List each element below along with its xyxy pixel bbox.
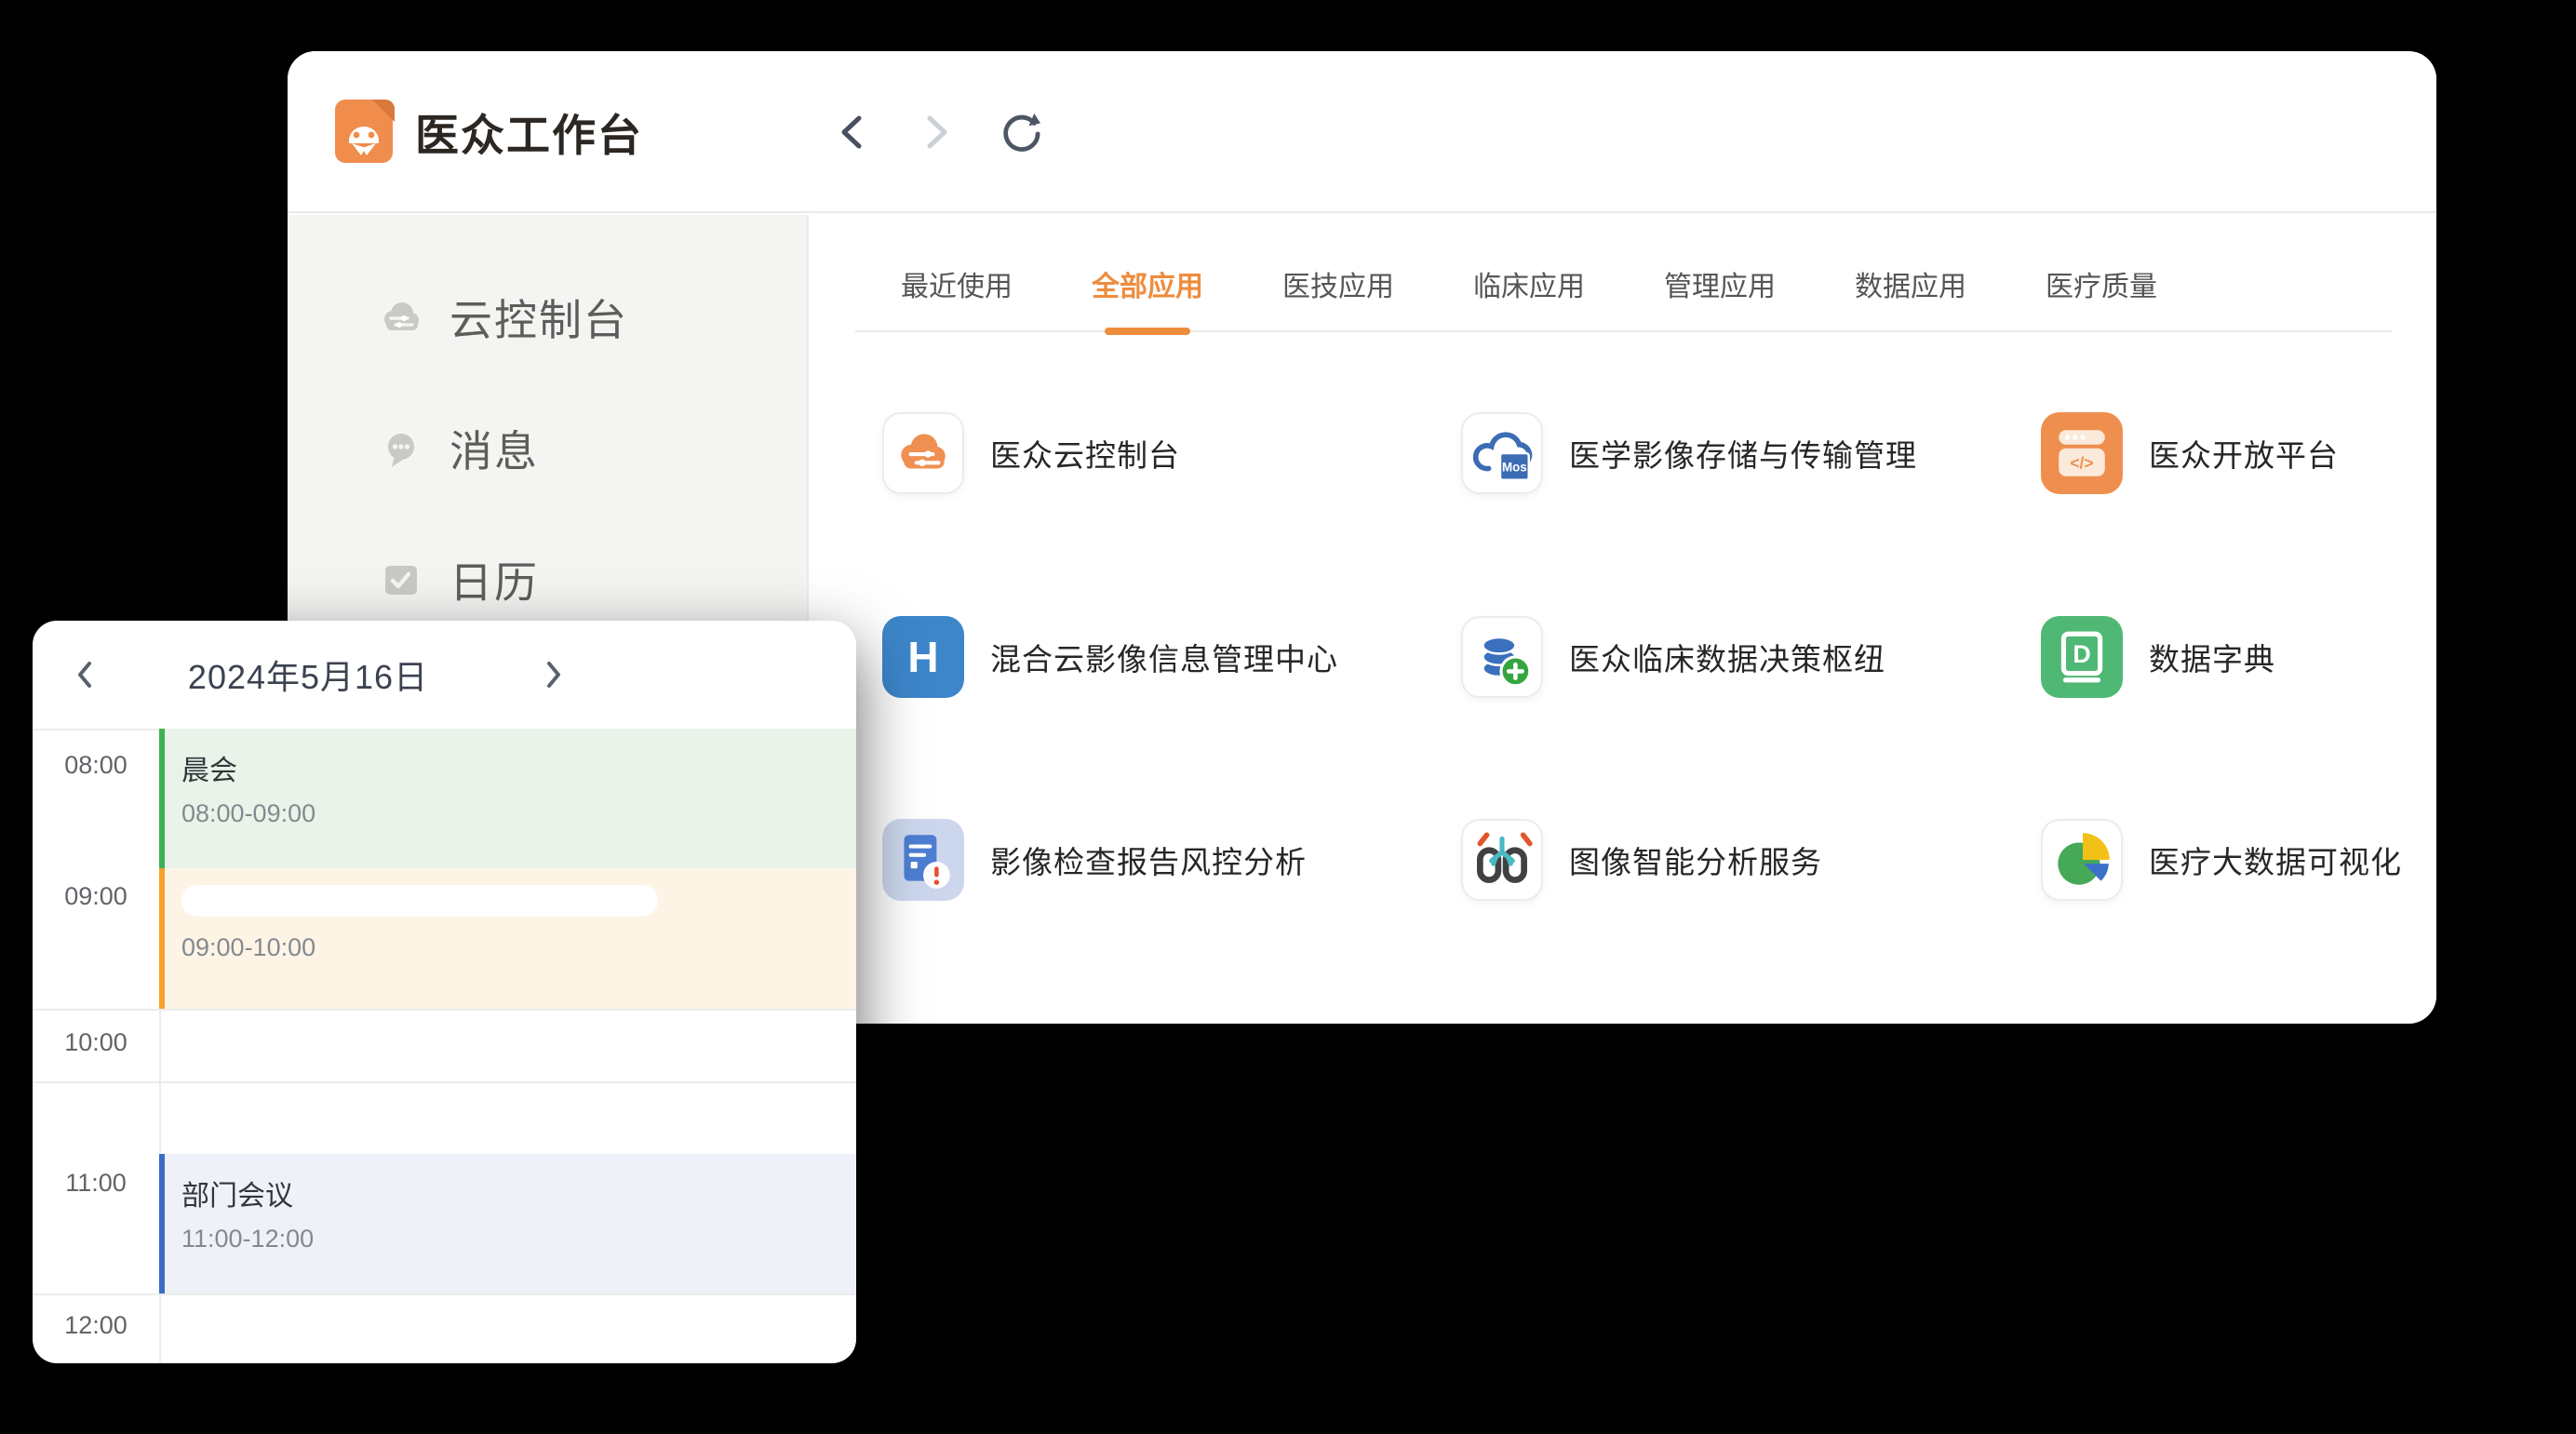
app-tile-label: 医众临床数据决策枢纽 — [1569, 635, 1885, 679]
orange-browser-code-icon: </> — [2051, 422, 2113, 484]
calendar-event-redacted[interactable]: 09:00-10:00 — [159, 868, 856, 1009]
calendar-gridline — [33, 1081, 856, 1083]
sidebar-item-messages[interactable]: 消息 — [288, 409, 807, 488]
app-tile-cloud-console[interactable]: 医众云控制台 — [882, 412, 1180, 494]
orange-cloud-sliders-icon — [892, 422, 954, 484]
calendar-next-day-button[interactable] — [526, 621, 582, 729]
app-tile-big-data-visualization[interactable]: 医疗大数据可视化 — [2041, 819, 2402, 901]
app-tile-hybrid-cloud-center[interactable]: H 混合云影像信息管理中心 — [882, 616, 1338, 698]
tab-all-apps[interactable]: 全部应用 — [1092, 263, 1203, 330]
svg-text:D: D — [2073, 640, 2090, 668]
chevron-left-icon — [74, 659, 95, 690]
calendar-prev-day-button[interactable] — [57, 621, 113, 729]
calendar-event-morning-meeting[interactable]: 晨会 08:00-09:00 — [159, 729, 856, 868]
time-label: 08:00 — [33, 751, 159, 780]
desktop-background: 医众工作台 — [0, 0, 2576, 1434]
apps-panel: 最近使用 全部应用 医技应用 临床应用 管理应用 数据应用 医疗质量 医众云控制… — [811, 215, 2436, 1024]
app-tile-label: 影像检查报告风控分析 — [990, 838, 1307, 882]
blue-cloud-mos-icon: Mos — [1468, 419, 1536, 488]
event-title-redacted-pill — [181, 885, 658, 917]
tab-management-apps[interactable]: 管理应用 — [1664, 263, 1776, 330]
app-logo-icon — [330, 98, 397, 165]
app-tile-image-ai-analysis[interactable]: 图像智能分析服务 — [1461, 819, 1822, 901]
calendar-panel: 2024年5月16日 08:00 09:00 10:00 11:00 12:00… — [33, 621, 856, 1363]
forward-button[interactable] — [916, 112, 957, 153]
tab-clinical-apps[interactable]: 临床应用 — [1473, 263, 1585, 330]
window-nav — [832, 51, 1040, 213]
pie-chart-icon — [2047, 825, 2116, 894]
event-title: 部门会议 — [181, 1173, 856, 1213]
app-tile-label: 医众开放平台 — [2149, 431, 2339, 476]
message-icon — [377, 424, 425, 473]
green-book-d-icon: D — [2051, 626, 2113, 688]
calendar-event-department-meeting[interactable]: 部门会议 11:00-12:00 — [159, 1154, 856, 1293]
tab-quality[interactable]: 医疗质量 — [2046, 263, 2157, 330]
sidebar-item-calendar[interactable]: 日历 — [288, 541, 807, 619]
cloud-settings-icon — [377, 293, 425, 342]
report-alert-icon — [889, 825, 958, 894]
event-title: 晨会 — [181, 747, 856, 788]
svg-text:Mos: Mos — [1502, 461, 1527, 475]
app-tile-data-dictionary[interactable]: D 数据字典 — [2041, 616, 2275, 698]
calendar-gridline — [33, 1009, 856, 1011]
event-time: 09:00-10:00 — [181, 933, 856, 962]
calendar-date-label: 2024年5月16日 — [122, 621, 494, 729]
app-tile-clinical-data-hub[interactable]: 医众临床数据决策枢纽 — [1461, 616, 1885, 698]
lungs-icon — [1468, 825, 1536, 894]
time-label: 11:00 — [33, 1169, 159, 1198]
calendar-check-icon — [377, 556, 425, 604]
app-tile-label: 数据字典 — [2149, 635, 2275, 679]
sidebar-item-cloud-console[interactable]: 云控制台 — [288, 278, 807, 356]
sidebar-item-label: 日历 — [449, 549, 539, 610]
time-label: 12:00 — [33, 1311, 159, 1340]
app-tile-label: 医众云控制台 — [990, 431, 1180, 476]
chevron-right-icon — [543, 659, 564, 690]
refresh-button[interactable] — [1000, 112, 1040, 153]
app-tile-image-storage[interactable]: Mos 医学影像存储与传输管理 — [1461, 412, 1917, 494]
app-tile-label: 图像智能分析服务 — [1569, 838, 1822, 882]
refresh-icon — [1000, 111, 1040, 154]
back-icon — [837, 112, 868, 153]
time-label: 10:00 — [33, 1028, 159, 1057]
app-tabs: 最近使用 全部应用 医技应用 临床应用 管理应用 数据应用 医疗质量 — [855, 215, 2392, 332]
event-time: 11:00-12:00 — [181, 1225, 856, 1253]
sidebar-item-label: 云控制台 — [449, 287, 628, 348]
calendar-gridline — [33, 1293, 856, 1295]
back-button[interactable] — [832, 112, 873, 153]
sidebar-item-label: 消息 — [449, 418, 539, 479]
app-tile-label: 医疗大数据可视化 — [2149, 838, 2402, 882]
app-tile-label: 医学影像存储与传输管理 — [1569, 431, 1917, 476]
database-plus-icon — [1468, 623, 1536, 691]
tab-medtech-apps[interactable]: 医技应用 — [1282, 263, 1394, 330]
app-title: 医众工作台 — [415, 100, 643, 164]
blue-letter-h-icon: H — [907, 632, 938, 682]
event-time: 08:00-09:00 — [181, 799, 856, 828]
app-tile-report-risk-analysis[interactable]: 影像检查报告风控分析 — [882, 819, 1307, 901]
svg-text:</>: </> — [2070, 454, 2093, 473]
app-tile-label: 混合云影像信息管理中心 — [990, 635, 1338, 679]
window-header: 医众工作台 — [288, 51, 2436, 213]
app-tile-open-platform[interactable]: </> 医众开放平台 — [2041, 412, 2339, 494]
calendar-header: 2024年5月16日 — [33, 621, 856, 729]
forward-icon — [920, 112, 952, 153]
tab-recent[interactable]: 最近使用 — [901, 263, 1013, 330]
time-label: 09:00 — [33, 882, 159, 911]
tab-data-apps[interactable]: 数据应用 — [1855, 263, 1966, 330]
